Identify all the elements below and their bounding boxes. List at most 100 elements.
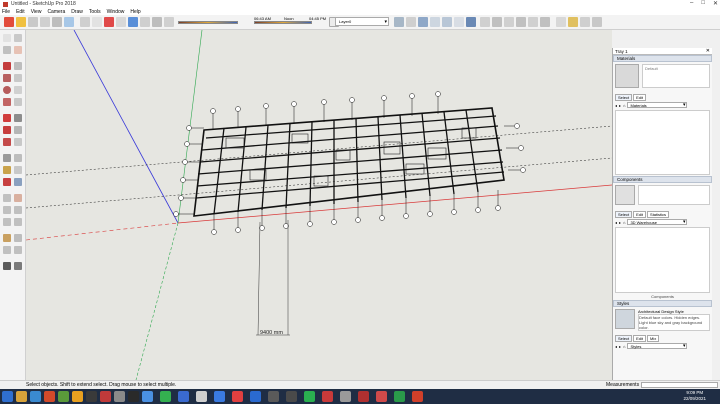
front-view-icon[interactable]: [504, 17, 514, 27]
app-icon-24[interactable]: [394, 391, 405, 402]
chrome-icon[interactable]: [232, 391, 243, 402]
sketchup-icon[interactable]: [376, 391, 387, 402]
spotify-icon[interactable]: [304, 391, 315, 402]
monochrome-icon[interactable]: [466, 17, 476, 27]
home-icon[interactable]: ⌂: [623, 344, 625, 349]
back-icon[interactable]: ◂: [615, 220, 617, 225]
paint-icon[interactable]: [3, 46, 11, 54]
extension-icon[interactable]: [580, 17, 590, 27]
app-icon-20[interactable]: [322, 391, 333, 402]
tab-components-edit[interactable]: Edit: [633, 211, 647, 218]
shadow-date-slider[interactable]: [178, 21, 238, 24]
menu-draw[interactable]: Draw: [71, 9, 83, 15]
select-tool-icon[interactable]: [4, 17, 14, 27]
eye-icon[interactable]: [14, 262, 22, 270]
zoom-window-icon[interactable]: [14, 206, 22, 214]
components-panel-header[interactable]: Components: [613, 176, 712, 183]
menu-file[interactable]: File: [2, 9, 10, 15]
app-icon-7[interactable]: [100, 391, 111, 402]
app-icon-6[interactable]: [86, 391, 97, 402]
system-clock[interactable]: 9:09 PM 22/09/2021: [683, 390, 706, 402]
tape-measure-icon[interactable]: [140, 17, 150, 27]
orbit-tool-icon[interactable]: [152, 17, 162, 27]
back-view-icon[interactable]: [528, 17, 538, 27]
back-icon[interactable]: ◂: [615, 344, 617, 349]
footprints-icon[interactable]: [3, 262, 11, 270]
measurements-input[interactable]: [641, 381, 718, 388]
menu-tools[interactable]: Tools: [89, 9, 101, 15]
move-icon[interactable]: [3, 114, 11, 122]
rotate-tool-icon[interactable]: [104, 17, 114, 27]
make-component-icon[interactable]: [14, 34, 22, 42]
forward-icon[interactable]: ▸: [619, 344, 621, 349]
shaded-icon[interactable]: [442, 17, 452, 27]
pan-tool-icon[interactable]: [164, 17, 174, 27]
modeling-viewport[interactable]: 9400 mm: [26, 30, 612, 380]
rotate-icon[interactable]: [3, 126, 11, 134]
acrobat-icon[interactable]: [358, 391, 369, 402]
tab-styles-select[interactable]: Select: [615, 335, 633, 342]
menu-help[interactable]: Help: [130, 9, 140, 15]
start-icon[interactable]: [2, 391, 13, 402]
materials-panel-header[interactable]: Materials: [613, 55, 712, 62]
shadow-time-slider[interactable]: [254, 21, 312, 24]
camtasia-icon[interactable]: [160, 391, 171, 402]
circle-tool-icon[interactable]: [52, 17, 62, 27]
pan-icon[interactable]: [14, 194, 22, 202]
position-camera-icon[interactable]: [3, 234, 11, 242]
app-icon-10[interactable]: [142, 391, 153, 402]
app-icon-16[interactable]: [250, 391, 261, 402]
close-button[interactable]: ✕: [713, 0, 718, 7]
eraser-tool-icon[interactable]: [16, 17, 26, 27]
layout-icon[interactable]: [592, 17, 602, 27]
follow-me-icon[interactable]: [14, 126, 22, 134]
menu-view[interactable]: View: [31, 9, 42, 15]
freehand-icon[interactable]: [14, 62, 22, 70]
tab-materials-select[interactable]: Select: [615, 94, 633, 101]
tab-styles-edit[interactable]: Edit: [633, 335, 647, 342]
zoom-icon[interactable]: [3, 206, 11, 214]
layer-dropdown[interactable]: Layer0 ▾: [335, 17, 389, 26]
rectangle-tool-icon[interactable]: [40, 17, 50, 27]
left-view-icon[interactable]: [540, 17, 550, 27]
tab-materials-edit[interactable]: Edit: [633, 94, 647, 101]
text-icon[interactable]: [14, 166, 22, 174]
shaded-textures-icon[interactable]: [454, 17, 464, 27]
offset-icon[interactable]: [14, 138, 22, 146]
forward-icon[interactable]: ▸: [619, 103, 621, 108]
circle-icon[interactable]: [3, 86, 11, 94]
scale-tool-icon[interactable]: [116, 17, 126, 27]
app-icon-17[interactable]: [268, 391, 279, 402]
rotated-rect-icon[interactable]: [14, 74, 22, 82]
tab-components-statistics[interactable]: Statistics: [647, 211, 670, 218]
app-icon-8[interactable]: [114, 391, 125, 402]
app-icon-21[interactable]: [340, 391, 351, 402]
offset-tool-icon[interactable]: [128, 17, 138, 27]
line-tool-icon[interactable]: [3, 62, 11, 70]
browser-icon[interactable]: [30, 391, 41, 402]
close-icon[interactable]: ✕: [706, 48, 710, 54]
move-tool-icon[interactable]: [92, 17, 102, 27]
tab-components-select[interactable]: Select: [615, 211, 633, 218]
components-library-select[interactable]: 3D Warehouse ▾: [627, 219, 688, 225]
home-icon[interactable]: ⌂: [623, 103, 625, 108]
walk-icon[interactable]: [14, 234, 22, 242]
polygon-icon[interactable]: [14, 86, 22, 94]
menu-edit[interactable]: Edit: [16, 9, 25, 15]
eraser-icon[interactable]: [14, 46, 22, 54]
arc-icon[interactable]: [3, 98, 11, 106]
minimize-button[interactable]: –: [690, 0, 693, 7]
select-arrow-icon[interactable]: [3, 34, 11, 42]
home-icon[interactable]: ⌂: [623, 220, 625, 225]
firefox-icon[interactable]: [72, 391, 83, 402]
back-icon[interactable]: ◂: [615, 103, 617, 108]
hidden-line-icon[interactable]: [430, 17, 440, 27]
pencil-tool-icon[interactable]: [28, 17, 38, 27]
office-icon[interactable]: [44, 391, 55, 402]
rectangle-icon[interactable]: [3, 74, 11, 82]
materials-library-select[interactable]: Materials ▾: [627, 102, 688, 108]
wireframe-icon[interactable]: [418, 17, 428, 27]
warehouse-icon[interactable]: [568, 17, 578, 27]
protractor-icon[interactable]: [3, 166, 11, 174]
tape-icon[interactable]: [3, 154, 11, 162]
